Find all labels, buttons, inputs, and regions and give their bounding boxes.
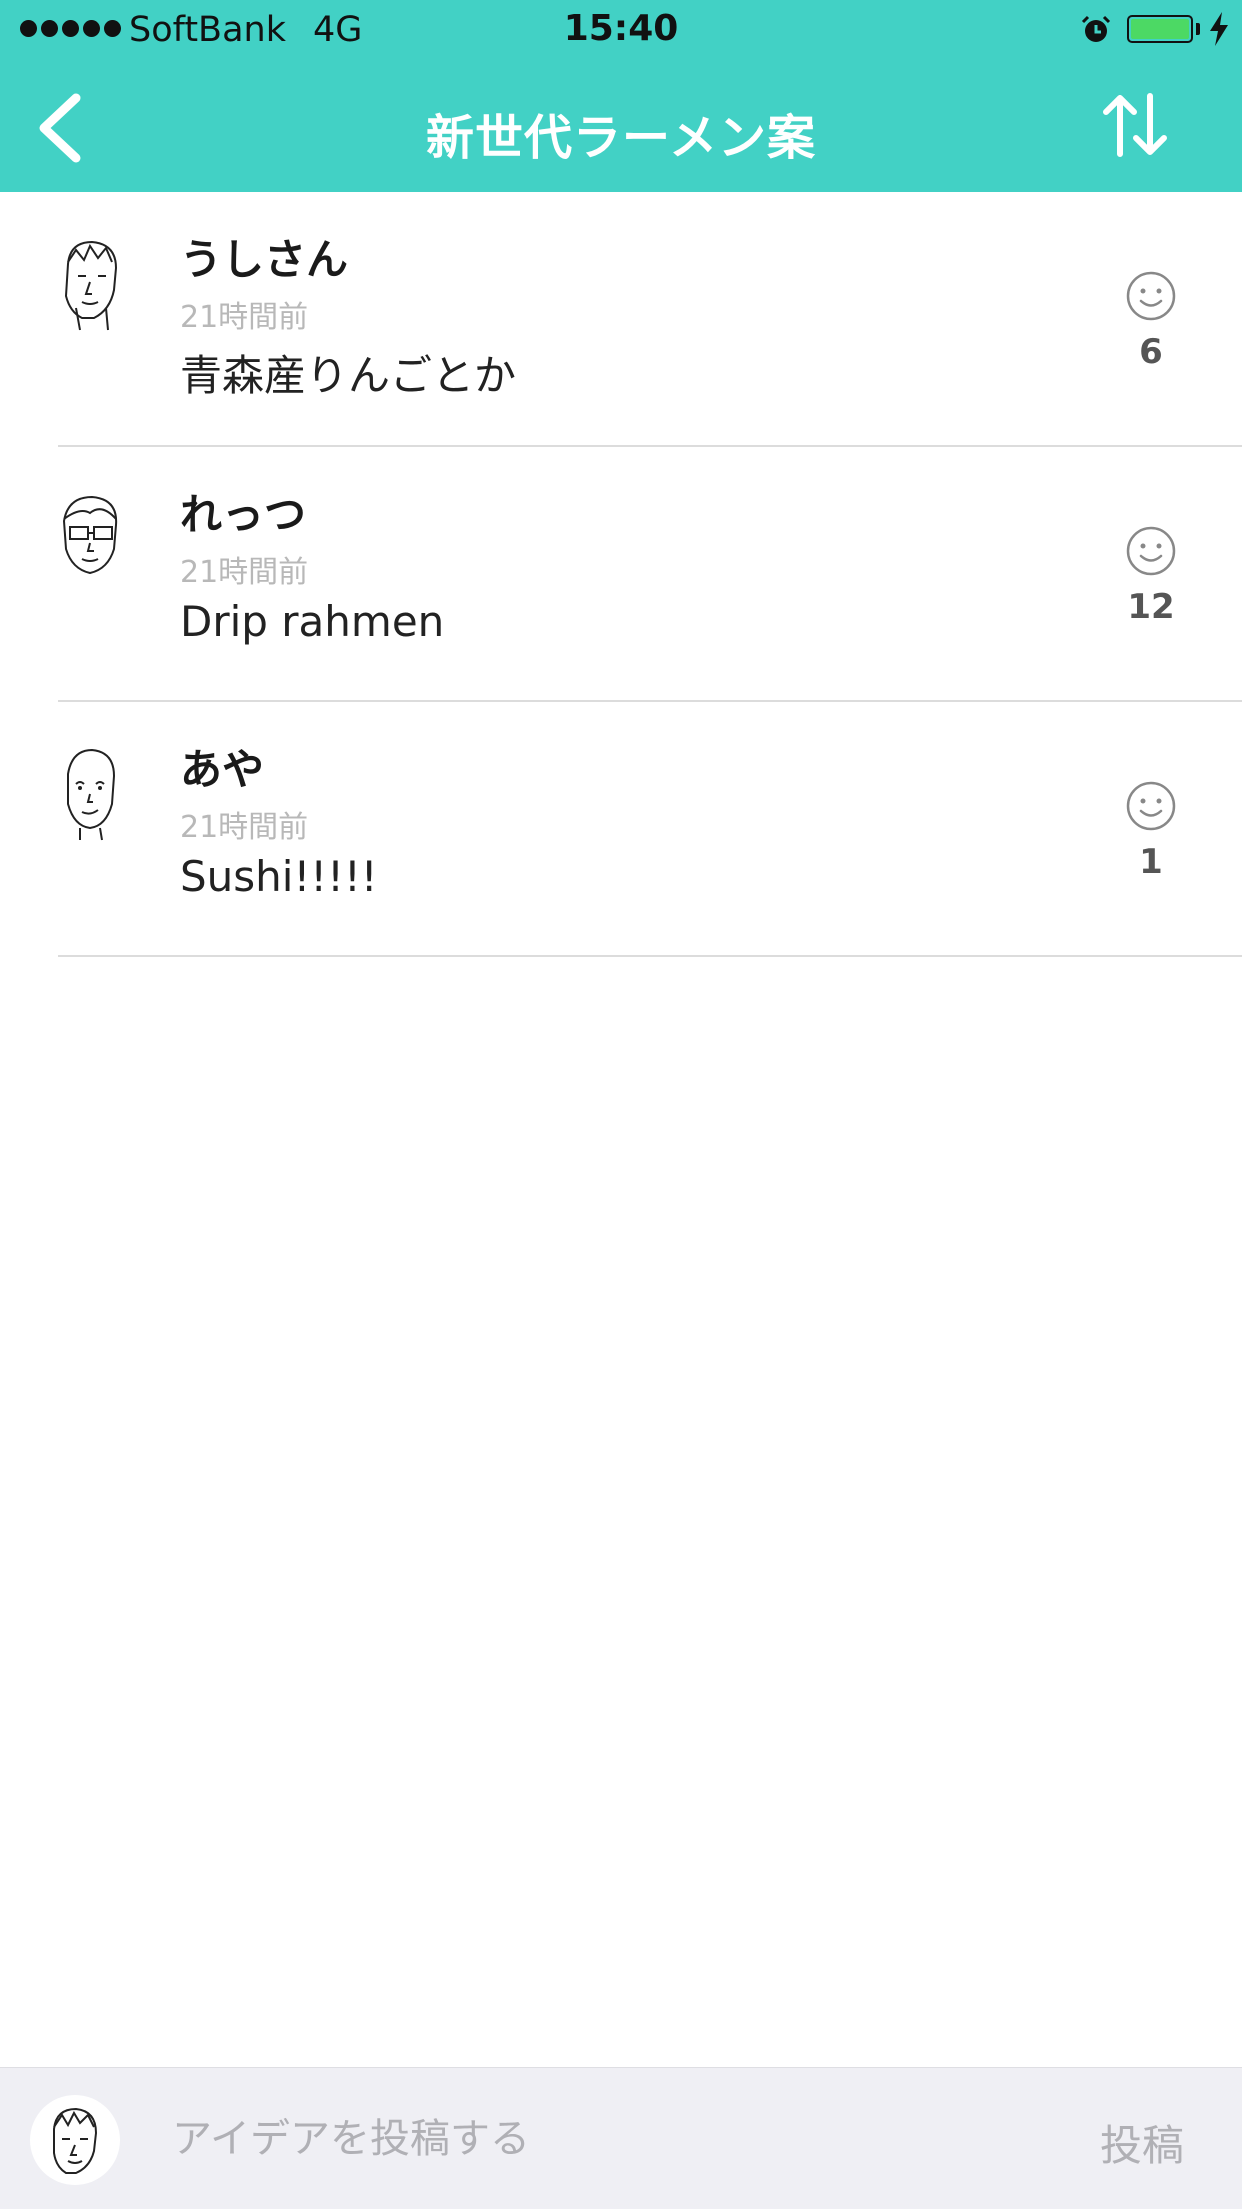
status-bar: SoftBank 4G 15:40 (0, 0, 1242, 62)
post-author: あや (180, 745, 265, 794)
post-time: 21時間前 (180, 810, 309, 845)
my-avatar-icon (53, 2107, 98, 2174)
like-count: 6 (1139, 332, 1163, 372)
battery-tip (1196, 23, 1200, 35)
like-count: 12 (1127, 587, 1175, 627)
page-title: 新世代ラーメン案 (425, 110, 817, 166)
smiley-icon (1126, 781, 1176, 831)
row-divider (58, 955, 1242, 957)
charging-bolt-icon (1210, 12, 1228, 46)
sort-arrows-icon[interactable] (1100, 90, 1170, 160)
idea-input[interactable] (170, 2098, 1054, 2180)
post-time: 21時間前 (180, 300, 309, 335)
battery-icon (1127, 15, 1193, 43)
idea-list: うしさん 21時間前 青森産りんごとか 6 れっつ 21時間前 Drip rah… (0, 192, 1242, 957)
list-item[interactable]: うしさん 21時間前 青森産りんごとか 6 (0, 192, 1242, 447)
like-count: 1 (1139, 842, 1163, 882)
post-author: れっつ (180, 490, 307, 539)
like-button[interactable]: 1 (1120, 780, 1182, 890)
composer-bar: 投稿 (0, 2067, 1242, 2209)
like-button[interactable]: 6 (1120, 270, 1182, 380)
status-time: 15:40 (563, 8, 679, 49)
list-item[interactable]: れっつ 21時間前 Drip rahmen 12 (0, 447, 1242, 702)
post-text: Drip rahmen (180, 597, 445, 646)
smiley-icon (1126, 526, 1176, 576)
post-text: 青森産りんごとか (180, 351, 517, 400)
post-button[interactable]: 投稿 (1100, 2112, 1184, 2173)
alarm-icon (1081, 15, 1111, 42)
like-button[interactable]: 12 (1120, 525, 1182, 635)
avatar[interactable] (50, 234, 130, 334)
list-item[interactable]: あや 21時間前 Sushi!!!!! 1 (0, 702, 1242, 957)
smiley-icon (1126, 271, 1176, 321)
avatar[interactable] (50, 744, 130, 844)
avatar[interactable] (50, 489, 130, 589)
post-text: Sushi!!!!! (180, 852, 378, 901)
my-avatar (30, 2095, 120, 2185)
post-time: 21時間前 (180, 555, 309, 590)
post-author: うしさん (180, 235, 349, 284)
header: SoftBank 4G 15:40 新世代ラーメン案 (0, 0, 1242, 192)
